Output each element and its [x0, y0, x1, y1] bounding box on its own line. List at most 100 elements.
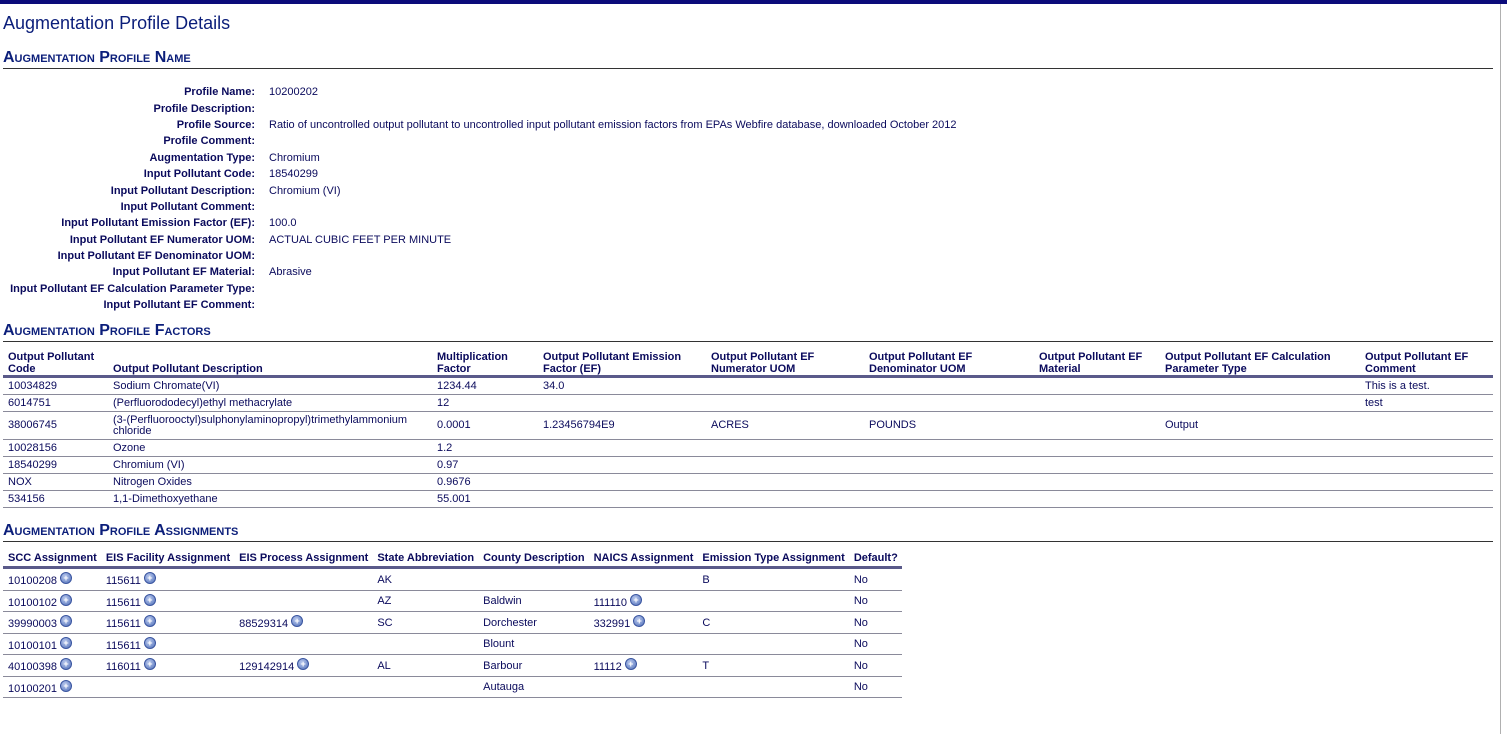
detail-label: Input Pollutant EF Numerator UOM:: [69, 233, 255, 246]
cell-process: 129142914 +: [234, 654, 373, 677]
assignments-column-header: NAICS Assignment: [588, 552, 698, 570]
cell-facility: [100, 676, 235, 699]
plus-circle-icon[interactable]: +: [630, 593, 643, 606]
table-cell: [538, 394, 706, 413]
cell-state: SC: [372, 611, 479, 634]
cell-emission: [697, 590, 849, 613]
table-cell: [538, 439, 706, 458]
table-cell: [1160, 456, 1360, 475]
table-cell: [1160, 473, 1360, 492]
table-cell: [538, 456, 706, 475]
table-cell: [1360, 473, 1493, 492]
detail-label: Input Pollutant Description:: [110, 184, 255, 197]
table-row: 10100208 +115611 + AK B No: [3, 567, 902, 591]
factors-column-header: Output Pollutant EF Denominator UOM: [864, 351, 1034, 379]
page-content: Augmentation Profile Details Augmentatio…: [3, 4, 1493, 699]
cell-county: Autauga: [478, 676, 589, 699]
facility-value: 115611: [105, 639, 141, 652]
cell-scc: 10100208 +: [3, 567, 101, 591]
section-profile-assignments-heading: Augmentation Profile Assignments: [3, 522, 1493, 543]
cell-naics: 332991 +: [588, 611, 698, 634]
cell-county: Baldwin: [478, 590, 589, 613]
cell-naics: [588, 567, 698, 591]
table-cell: NOX: [3, 473, 108, 492]
plus-circle-icon[interactable]: +: [143, 593, 156, 606]
plus-circle-icon[interactable]: +: [624, 658, 637, 671]
table-cell: [1034, 490, 1160, 509]
plus-circle-icon[interactable]: +: [633, 615, 646, 628]
plus-circle-icon[interactable]: +: [297, 658, 310, 671]
plus-circle-icon[interactable]: +: [143, 572, 156, 585]
detail-row: Augmentation Type: Chromium: [3, 150, 1493, 166]
table-cell: test: [1360, 394, 1493, 413]
table-row: 38006745 (3-(Perfluorooctyl)sulphonylamin…: [3, 411, 1493, 441]
table-cell: [1034, 411, 1160, 441]
table-row: 18540299 Chromium (VI) 0.97: [3, 456, 1493, 475]
detail-label: Profile Source:: [176, 118, 255, 131]
plus-circle-icon[interactable]: +: [143, 658, 156, 671]
factors-column-header: Output Pollutant Description: [108, 351, 432, 379]
plus-circle-icon[interactable]: +: [291, 615, 304, 628]
emission-value: B: [702, 573, 710, 586]
cell-naics: [588, 633, 698, 656]
factors-column-header: Output Pollutant EF Calculation Paramete…: [1160, 351, 1360, 379]
detail-value: 10200202: [269, 86, 318, 99]
table-cell: [1034, 456, 1160, 475]
cell-process: [234, 633, 373, 656]
cell-county: Blount: [478, 633, 589, 656]
detail-value: 100.0: [269, 217, 297, 230]
assignments-table: SCC Assignment EIS Facility Assignment EIS…: [3, 552, 902, 699]
detail-value: ACTUAL CUBIC FEET PER MINUTE: [269, 233, 452, 246]
cell-facility: 115611 +: [100, 590, 235, 613]
default-value: No: [853, 659, 868, 672]
cell-default: No: [848, 676, 902, 699]
table-cell: [1360, 490, 1493, 509]
plus-circle-icon[interactable]: +: [59, 679, 72, 692]
factors-column-header: Output Pollutant EF Material: [1034, 351, 1160, 379]
table-cell: [706, 456, 864, 475]
table-cell: [864, 376, 1034, 396]
plus-circle-icon[interactable]: +: [59, 615, 72, 628]
county-value: Blount: [483, 638, 515, 651]
detail-row: Profile Comment:: [3, 133, 1493, 149]
cell-state: AZ: [372, 590, 479, 613]
detail-row: Input Pollutant EF Material: Abrasive: [3, 264, 1493, 280]
default-value: No: [853, 616, 868, 629]
plus-circle-icon[interactable]: +: [59, 593, 72, 606]
cell-scc: 10100201 +: [3, 676, 101, 699]
facility-value: 116011: [105, 661, 141, 674]
cell-emission: [697, 633, 849, 656]
facility-value: 115611: [105, 575, 141, 588]
plus-circle-icon[interactable]: +: [59, 658, 72, 671]
state-value: AK: [377, 573, 393, 586]
cell-default: No: [848, 567, 902, 591]
page-title: Augmentation Profile Details: [3, 13, 231, 33]
table-cell: [1160, 394, 1360, 413]
detail-label: Profile Description:: [153, 102, 255, 115]
cell-scc: 40100398 +: [3, 654, 101, 677]
naics-value: 332991: [593, 618, 631, 631]
cell-default: No: [848, 633, 902, 656]
scc-value: 10100101: [8, 639, 57, 652]
table-cell: [1034, 394, 1160, 413]
assignments-column-header: Default?: [848, 552, 902, 570]
cell-state: [372, 633, 479, 656]
table-cell: [1160, 490, 1360, 509]
detail-row: Input Pollutant Description: Chromium (VI…: [3, 182, 1493, 198]
facility-value: 115611: [105, 618, 141, 631]
plus-circle-icon[interactable]: +: [59, 636, 72, 649]
plus-circle-icon[interactable]: +: [143, 615, 156, 628]
table-cell: [864, 394, 1034, 413]
cell-scc: 39990003 +: [3, 611, 101, 634]
cell-state: [372, 676, 479, 699]
plus-circle-icon[interactable]: +: [143, 636, 156, 649]
detail-row: Input Pollutant Code: 18540299: [3, 166, 1493, 182]
county-value: Baldwin: [483, 595, 522, 608]
table-row: NOX Nitrogen Oxides 0.9676: [3, 473, 1493, 492]
detail-row: Input Pollutant Emission Factor (EF): 100…: [3, 215, 1493, 231]
detail-label: Input Pollutant EF Material:: [112, 266, 255, 279]
table-cell: 34.0: [538, 376, 706, 396]
plus-circle-icon[interactable]: +: [59, 572, 72, 585]
scc-value: 10100201: [8, 682, 57, 695]
table-row: 39990003 +115611 +88529314 + SC Dorchester 332…: [3, 611, 902, 634]
